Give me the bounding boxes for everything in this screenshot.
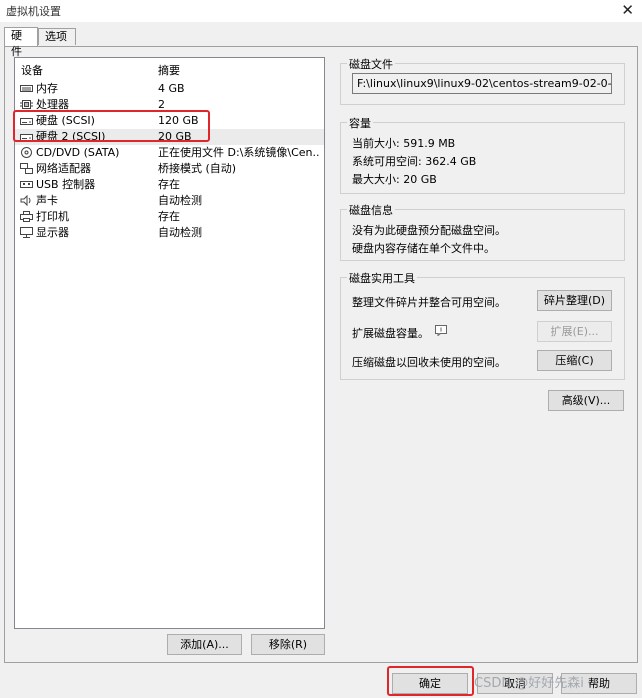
- device-summary: 存在: [158, 210, 180, 223]
- device-row-sound-card[interactable]: 声卡 自动检测: [15, 193, 324, 209]
- device-list[interactable]: 设备 摘要 内存 4 GB 处理器 2 硬盘 (SCSI) 120 GB 硬盘 …: [14, 57, 325, 629]
- device-summary: 桥接模式 (自动): [158, 162, 237, 175]
- capacity-title: 容量: [347, 115, 373, 131]
- disk-file-title: 磁盘文件: [347, 56, 395, 72]
- device-row-memory[interactable]: 内存 4 GB: [15, 81, 324, 97]
- ok-button[interactable]: 确定: [392, 673, 468, 694]
- device-name: CD/DVD (SATA): [36, 146, 120, 159]
- title-bar: 虚拟机设置 ✕: [0, 0, 642, 22]
- disk-info-line-2: 硬盘内容存储在单个文件中。: [352, 242, 495, 255]
- compact-description: 压缩磁盘以回收未使用的空间。: [352, 356, 506, 369]
- compact-button[interactable]: 压缩(C): [537, 350, 612, 371]
- window-title: 虚拟机设置: [6, 5, 61, 18]
- device-name: 硬盘 2 (SCSI): [36, 130, 106, 143]
- device-name: 网络适配器: [36, 162, 91, 175]
- sound-card-icon: [20, 195, 31, 206]
- device-summary: 120 GB: [158, 114, 199, 127]
- device-name: 硬盘 (SCSI): [36, 114, 95, 127]
- tab-hardware[interactable]: 硬件: [4, 27, 38, 58]
- close-icon[interactable]: ✕: [621, 1, 634, 19]
- hard-disk-icon: [20, 134, 33, 141]
- defragment-button[interactable]: 碎片整理(D): [537, 290, 612, 311]
- defrag-description: 整理文件碎片并整合可用空间。: [352, 296, 506, 309]
- expand-disk-button[interactable]: 扩展(E)...: [537, 321, 612, 342]
- max-size-text: 最大大小: 20 GB: [352, 173, 437, 186]
- device-summary: 自动检测: [158, 226, 202, 239]
- disk-utilities-title: 磁盘实用工具: [347, 270, 417, 286]
- device-summary: 20 GB: [158, 130, 192, 143]
- disk-info-title: 磁盘信息: [347, 202, 395, 218]
- printer-icon: [20, 211, 33, 222]
- info-icon[interactable]: [435, 325, 447, 336]
- current-size-text: 当前大小: 591.9 MB: [352, 137, 456, 150]
- processor-icon: [20, 100, 33, 109]
- device-row-processor[interactable]: 处理器 2: [15, 97, 324, 113]
- device-row-display[interactable]: 显示器 自动检测: [15, 225, 324, 241]
- disk-file-path-field[interactable]: F:\linux\linux9\linux9-02\centos-stream9…: [352, 73, 612, 94]
- watermark-text: CSDN @好好先森i: [474, 676, 584, 691]
- device-row-hard-disk-2-scsi[interactable]: 硬盘 2 (SCSI) 20 GB: [15, 129, 324, 145]
- device-list-header: 设备 摘要: [15, 62, 324, 78]
- cd-dvd-icon: [21, 147, 32, 158]
- device-summary: 2: [158, 98, 165, 111]
- expand-description: 扩展磁盘容量。: [352, 327, 429, 340]
- add-device-button[interactable]: 添加(A)...: [167, 634, 242, 655]
- device-summary: 存在: [158, 178, 180, 191]
- device-name: 打印机: [36, 210, 69, 223]
- device-name: 处理器: [36, 98, 69, 111]
- display-icon: [20, 227, 33, 238]
- advanced-button[interactable]: 高级(V)...: [548, 390, 624, 411]
- device-summary: 自动检测: [158, 194, 202, 207]
- disk-info-line-1: 没有为此硬盘预分配磁盘空间。: [352, 224, 506, 237]
- device-row-network-adapter[interactable]: 网络适配器 桥接模式 (自动): [15, 161, 324, 177]
- free-space-text: 系统可用空间: 362.4 GB: [352, 155, 477, 168]
- remove-device-button[interactable]: 移除(R): [251, 634, 325, 655]
- column-header-summary[interactable]: 摘要: [158, 62, 180, 78]
- usb-controller-icon: [20, 181, 33, 188]
- column-header-device[interactable]: 设备: [21, 62, 43, 78]
- device-summary: 4 GB: [158, 82, 185, 95]
- device-row-hard-disk-scsi[interactable]: 硬盘 (SCSI) 120 GB: [15, 113, 324, 129]
- device-name: 声卡: [36, 194, 58, 207]
- hard-disk-icon: [20, 118, 33, 125]
- device-row-usb-controller[interactable]: USB 控制器 存在: [15, 177, 324, 193]
- tab-options[interactable]: 选项: [38, 28, 76, 45]
- memory-icon: [20, 85, 33, 92]
- network-adapter-icon: [20, 163, 33, 174]
- device-row-cd-dvd[interactable]: CD/DVD (SATA) 正在使用文件 D:\系统镜像\Cen...: [15, 145, 324, 161]
- device-name: 内存: [36, 82, 58, 95]
- device-name: USB 控制器: [36, 178, 96, 191]
- device-summary: 正在使用文件 D:\系统镜像\Cen...: [158, 146, 320, 159]
- device-row-printer[interactable]: 打印机 存在: [15, 209, 324, 225]
- device-name: 显示器: [36, 226, 69, 239]
